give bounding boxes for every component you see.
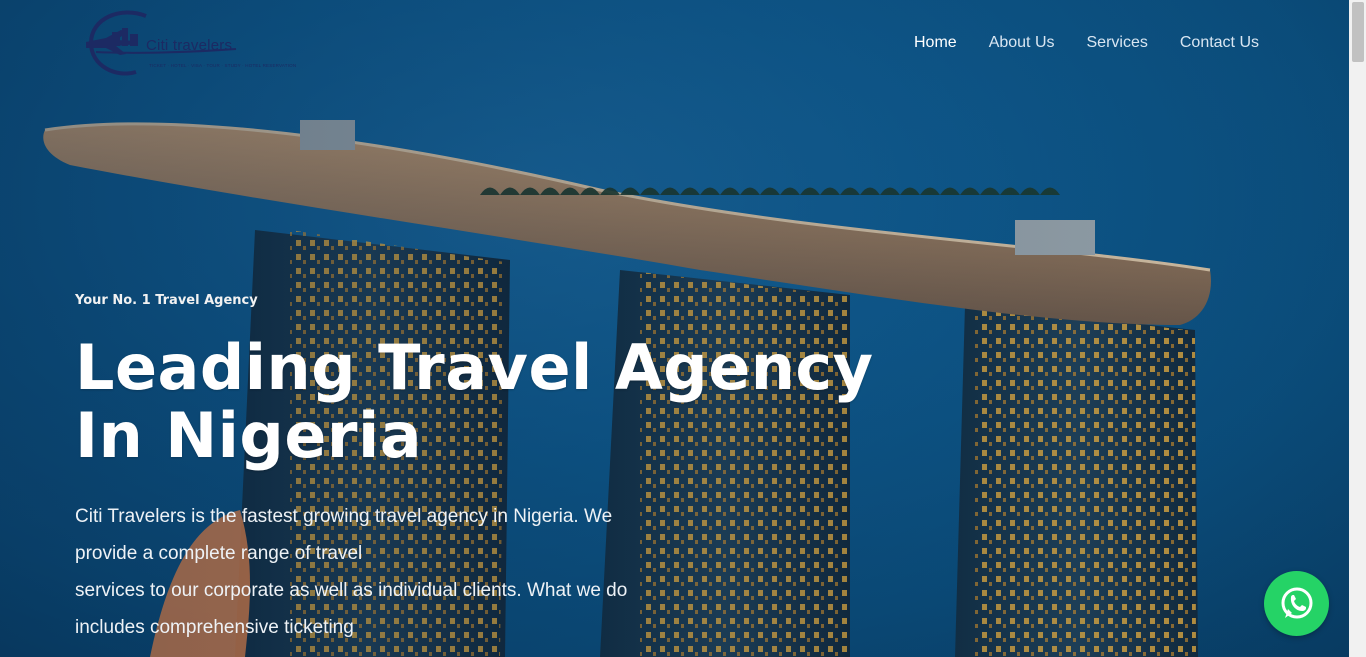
hero-description-line: includes comprehensive ticketing	[75, 617, 354, 638]
nav-services[interactable]: Services	[1087, 34, 1148, 52]
site-header: Citi travelers TICKET · HOTEL · VISA · T…	[0, 0, 1349, 90]
main-nav: Home About Us Services Contact Us	[914, 34, 1259, 52]
hero-description: Citi Travelers is the fastest growing tr…	[75, 498, 675, 646]
whatsapp-icon	[1281, 587, 1312, 618]
scrollbar-thumb[interactable]	[1352, 2, 1364, 62]
hero-description-line: Citi Travelers is the fastest growing tr…	[75, 506, 613, 527]
whatsapp-button[interactable]	[1264, 571, 1329, 636]
hero-headline: Leading Travel Agency In Nigeria	[75, 331, 874, 472]
brand-name: Citi travelers	[146, 37, 233, 54]
page-scrollbar[interactable]	[1349, 0, 1366, 657]
nav-contact-us[interactable]: Contact Us	[1180, 34, 1259, 52]
nav-home[interactable]: Home	[914, 34, 957, 52]
hero-description-line: services to our corporate as well as ind…	[75, 580, 628, 601]
brand-tagline: TICKET · HOTEL · VISA · TOUR · STUDY · H…	[149, 63, 297, 68]
brand-logo[interactable]: Citi travelers TICKET · HOTEL · VISA · T…	[76, 8, 296, 80]
hero-description-line: provide a complete range of travel	[75, 543, 363, 564]
hero-eyebrow: Your No. 1 Travel Agency	[75, 293, 258, 308]
page: Citi travelers TICKET · HOTEL · VISA · T…	[0, 0, 1366, 657]
nav-about-us[interactable]: About Us	[989, 34, 1055, 52]
